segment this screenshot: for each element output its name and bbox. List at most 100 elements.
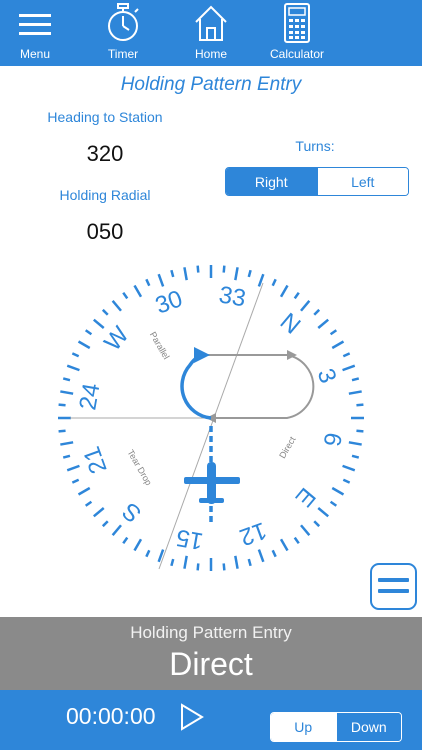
result-value: Direct (169, 646, 253, 682)
compass-tick (300, 299, 311, 312)
compass-tick (58, 403, 66, 407)
hamburger-icon (19, 14, 51, 35)
sector-label-teardrop: Tear Drop (125, 448, 153, 487)
nav-calculator-label: Calculator (269, 47, 325, 61)
sector-label-parallel: Parallel (148, 330, 172, 361)
menu-bar-top (378, 578, 409, 582)
heading-to-station-value[interactable]: 320 (55, 141, 155, 167)
entry-arrow (194, 347, 210, 363)
compass-label-21: 21 (78, 443, 113, 477)
compass-tick (183, 267, 188, 281)
compass-tick (196, 265, 200, 273)
holding-radial-label: Holding Radial (59, 187, 151, 203)
turns-segmented-control: Right Left (225, 167, 409, 196)
compass-tick (342, 478, 351, 484)
compass-label-24: 24 (74, 381, 105, 412)
nav-home-label: Home (194, 47, 227, 61)
compass-tick (342, 364, 356, 372)
compass-tick (101, 520, 109, 528)
page-title: Holding Pattern Entry (120, 74, 302, 95)
compass-tick (170, 558, 175, 567)
timer-readout: 00:00:00 (66, 703, 156, 729)
compass-tick (62, 454, 71, 459)
compass-tick (111, 524, 122, 537)
nav-menu[interactable]: Menu (4, 0, 66, 66)
compass-tick (170, 269, 175, 278)
home-icon (195, 5, 227, 41)
compass-tick (145, 278, 151, 287)
compass-tick (77, 340, 91, 350)
compass-tick (77, 486, 91, 496)
compass-label-6: 6 (318, 430, 347, 448)
compass-tick (300, 524, 311, 537)
entry-turn-arc (180, 353, 212, 420)
compass-tick (331, 486, 345, 496)
nav-timer[interactable]: Timer (92, 0, 154, 66)
compass-tick (356, 403, 364, 407)
compass-tick (356, 429, 364, 433)
compass-label-n: N (275, 308, 306, 340)
compass-tick (84, 329, 93, 336)
compass-tick (351, 377, 360, 382)
compass-tick (101, 308, 109, 316)
turns-label: Turns: (295, 138, 335, 154)
compass-tick (317, 507, 330, 518)
compass-tick (71, 478, 80, 484)
turns-left-option[interactable]: Left (316, 168, 408, 195)
compass-tick (133, 284, 143, 298)
compass-tick (247, 558, 252, 567)
compass-tick (157, 273, 165, 287)
compass-tick (348, 390, 362, 395)
compass-tick (62, 377, 71, 382)
compass-tick (60, 441, 74, 446)
compass-label-3: 3 (312, 365, 342, 387)
compass-tick (234, 555, 239, 569)
compass-tick (183, 555, 188, 569)
compass-tick (196, 563, 200, 571)
compass-tick (293, 291, 300, 300)
play-icon[interactable] (178, 702, 204, 732)
compass-tick (293, 536, 300, 545)
heading-to-station-label: Heading to Station (47, 109, 163, 125)
compass-label-15: 15 (174, 524, 205, 555)
compass-tick (279, 284, 289, 298)
holding-racetrack (204, 354, 315, 419)
compass-tick (329, 500, 338, 507)
count-down-option[interactable]: Down (335, 713, 401, 741)
bottom-bar: 00:00:00 Up Down (0, 690, 422, 750)
sector-label-direct: Direct (277, 434, 298, 460)
count-direction-control: Up Down (270, 712, 402, 742)
compass-label-s: S (117, 497, 147, 528)
nav-home[interactable]: Home (180, 0, 242, 66)
nav-menu-label: Menu (19, 47, 51, 61)
menu-bar-bottom (378, 589, 409, 593)
compass-tick (66, 364, 80, 372)
compass-rose: N 3 6 E 12 15 S21 24 W 30 33 Parallel Tear Drop Di… (58, 265, 364, 571)
compass-tick (92, 318, 105, 329)
compass-tick (122, 536, 129, 545)
compass-tick (222, 265, 226, 273)
compass-tick (145, 549, 151, 558)
compass-tick (234, 267, 239, 281)
nav-calculator[interactable]: Calculator (266, 0, 328, 66)
compass-tick (342, 464, 356, 472)
stopwatch-icon (108, 3, 139, 41)
turns-right-option[interactable]: Right (226, 168, 317, 195)
compass-label-12: 12 (236, 516, 270, 551)
compass-tick (313, 308, 321, 316)
compass-tick (222, 563, 226, 571)
compass-tick (342, 352, 351, 358)
compass-tick (279, 538, 289, 552)
compass-tick (329, 329, 338, 336)
holding-radial-value[interactable]: 050 (55, 219, 155, 245)
compass-tick (66, 464, 80, 472)
calculator-icon (284, 3, 310, 43)
secondary-menu-button[interactable] (370, 563, 417, 610)
compass-tick (84, 500, 93, 507)
airplane-icon (184, 462, 240, 504)
count-up-option[interactable]: Up (271, 713, 336, 741)
compass-tick (58, 429, 66, 433)
compass-tick (271, 549, 277, 558)
compass-tick (60, 390, 74, 395)
compass-tick (247, 269, 252, 278)
